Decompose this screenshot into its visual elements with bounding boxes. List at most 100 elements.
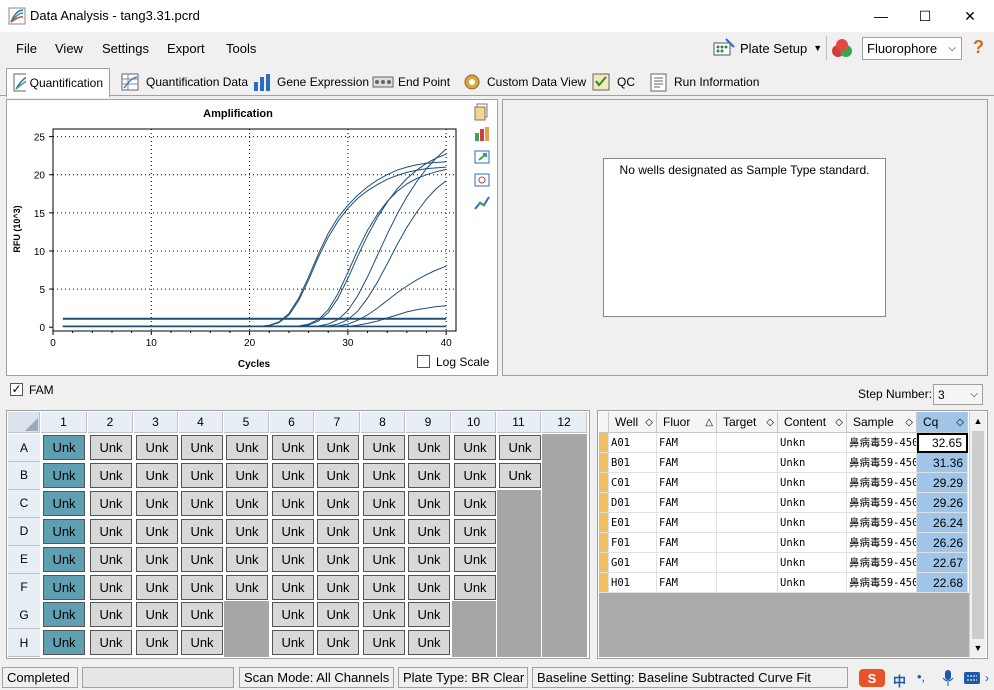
table-cell[interactable]: Unkn	[778, 453, 847, 473]
well-colors-icon[interactable]	[830, 38, 854, 60]
plate-column-header[interactable]: 11	[497, 412, 541, 433]
table-cell[interactable]: FAM	[657, 573, 717, 593]
plate-well[interactable]: Unk	[272, 574, 314, 600]
plate-well[interactable]: Unk	[90, 490, 132, 516]
plate-column-header[interactable]: 9	[406, 412, 451, 433]
plate-row-header[interactable]: B	[8, 461, 40, 490]
plate-column-header[interactable]: 2	[88, 412, 133, 433]
sort-icon[interactable]: ◇	[956, 417, 964, 428]
plate-well[interactable]: Unk	[181, 630, 223, 656]
table-cell[interactable]	[717, 453, 778, 473]
plate-well[interactable]: Unk	[408, 574, 450, 600]
plate-well[interactable]: Unk	[272, 518, 314, 544]
table-cell[interactable]: 鼻病毒59-450	[847, 453, 917, 473]
plate-well[interactable]: Unk	[408, 630, 450, 656]
plate-row-header[interactable]: F	[8, 573, 40, 602]
plate-well[interactable]: Unk	[181, 546, 223, 572]
maximize-button[interactable]: ☐	[902, 0, 948, 32]
plate-well[interactable]: Unk	[317, 630, 359, 656]
sort-icon[interactable]: ◇	[835, 417, 843, 428]
table-cell[interactable]: 鼻病毒59-450	[847, 573, 917, 593]
plate-well[interactable]: Unk	[454, 462, 496, 488]
plate-well[interactable]: Unk	[90, 462, 132, 488]
row-indicator[interactable]	[599, 453, 609, 473]
plate-well[interactable]: Unk	[43, 546, 85, 572]
plate-well[interactable]: Unk	[43, 490, 85, 516]
help-icon[interactable]: ?	[973, 37, 984, 58]
more-icon[interactable]: ›	[985, 671, 989, 685]
plate-row-header[interactable]: E	[8, 545, 40, 574]
vertical-scrollbar[interactable]: ▲ ▼	[969, 412, 986, 657]
scroll-down-icon[interactable]: ▼	[970, 639, 986, 657]
table-cell[interactable]: C01	[609, 473, 657, 493]
plate-column-header[interactable]: 8	[361, 412, 405, 433]
table-cell[interactable]: 鼻病毒59-450	[847, 493, 917, 513]
plate-well[interactable]: Unk	[226, 518, 268, 544]
table-cell[interactable]: 鼻病毒59-450	[847, 533, 917, 553]
menu-tools[interactable]: Tools	[226, 41, 256, 56]
plate-row-header[interactable]: C	[8, 489, 40, 518]
table-cell[interactable]: 鼻病毒59-450	[847, 553, 917, 573]
plate-well-empty[interactable]	[542, 489, 587, 518]
sort-icon[interactable]: ◇	[766, 417, 774, 428]
plate-well-empty[interactable]	[497, 489, 541, 518]
close-button[interactable]: ✕	[947, 0, 993, 32]
plate-well[interactable]: Unk	[43, 518, 85, 544]
tab-quantification-data[interactable]: Quantification Data	[113, 68, 255, 96]
plate-well[interactable]: Unk	[454, 490, 496, 516]
fam-checkbox[interactable]: ✓	[10, 383, 23, 396]
plate-well[interactable]: Unk	[90, 435, 132, 460]
menu-settings[interactable]: Settings	[102, 41, 149, 56]
table-cell[interactable]: 29.26	[917, 493, 968, 513]
plate-well-empty[interactable]	[497, 573, 541, 602]
plate-well[interactable]: Unk	[272, 435, 314, 460]
zoom-chart-icon[interactable]	[473, 171, 491, 189]
plate-column-header[interactable]: 5	[224, 412, 269, 433]
plate-well-empty[interactable]	[497, 545, 541, 574]
plate-well[interactable]: Unk	[408, 435, 450, 460]
scroll-up-icon[interactable]: ▲	[970, 412, 986, 430]
plate-well[interactable]: Unk	[272, 630, 314, 656]
plate-well[interactable]: Unk	[363, 518, 405, 544]
plate-well[interactable]: Unk	[90, 630, 132, 656]
plate-well[interactable]: Unk	[226, 574, 268, 600]
punctuation-icon[interactable]: •,	[917, 669, 925, 684]
plate-row-header[interactable]: A	[8, 434, 40, 462]
plate-well[interactable]: Unk	[454, 518, 496, 544]
table-cell[interactable]: Unkn	[778, 473, 847, 493]
plate-well[interactable]: Unk	[136, 546, 178, 572]
ime-mode-indicator[interactable]: 中	[893, 671, 906, 690]
plate-well[interactable]: Unk	[90, 518, 132, 544]
table-header-well[interactable]: Well ◇	[609, 412, 657, 433]
microphone-icon[interactable]	[940, 668, 956, 688]
table-cell[interactable]: FAM	[657, 513, 717, 533]
table-cell[interactable]: Unkn	[778, 573, 847, 593]
plate-well[interactable]: Unk	[181, 518, 223, 544]
table-cell[interactable]: 鼻病毒59-450	[847, 473, 917, 493]
plate-column-header[interactable]: 3	[134, 412, 178, 433]
plate-well-empty[interactable]	[542, 573, 587, 602]
plate-well[interactable]: Unk	[363, 490, 405, 516]
plate-well[interactable]: Unk	[499, 435, 541, 460]
plate-setup-button[interactable]: Plate Setup ▼	[712, 36, 822, 60]
scrollbar-thumb[interactable]	[972, 431, 984, 639]
row-indicator[interactable]	[599, 513, 609, 533]
plate-well[interactable]: Unk	[136, 490, 178, 516]
plate-well[interactable]: Unk	[43, 630, 85, 656]
table-header-sample[interactable]: Sample ◇	[847, 412, 917, 433]
row-indicator[interactable]	[599, 433, 609, 453]
table-cell[interactable]: Unkn	[778, 493, 847, 513]
chart-options-icon[interactable]	[473, 125, 491, 143]
table-cell[interactable]: 26.24	[917, 513, 968, 533]
fluorophore-select[interactable]: Fluorophore ⌵	[862, 37, 962, 60]
plate-well[interactable]: Unk	[226, 546, 268, 572]
menu-export[interactable]: Export	[167, 41, 205, 56]
plate-well[interactable]: Unk	[226, 490, 268, 516]
tab-custom-data-view[interactable]: Custom Data View	[454, 68, 593, 96]
table-cell[interactable]: B01	[609, 453, 657, 473]
row-indicator[interactable]	[599, 493, 609, 513]
plate-well[interactable]: Unk	[136, 574, 178, 600]
plate-column-header[interactable]: 1	[41, 412, 87, 433]
plate-column-header[interactable]: 7	[315, 412, 360, 433]
table-cell[interactable]: Unkn	[778, 513, 847, 533]
